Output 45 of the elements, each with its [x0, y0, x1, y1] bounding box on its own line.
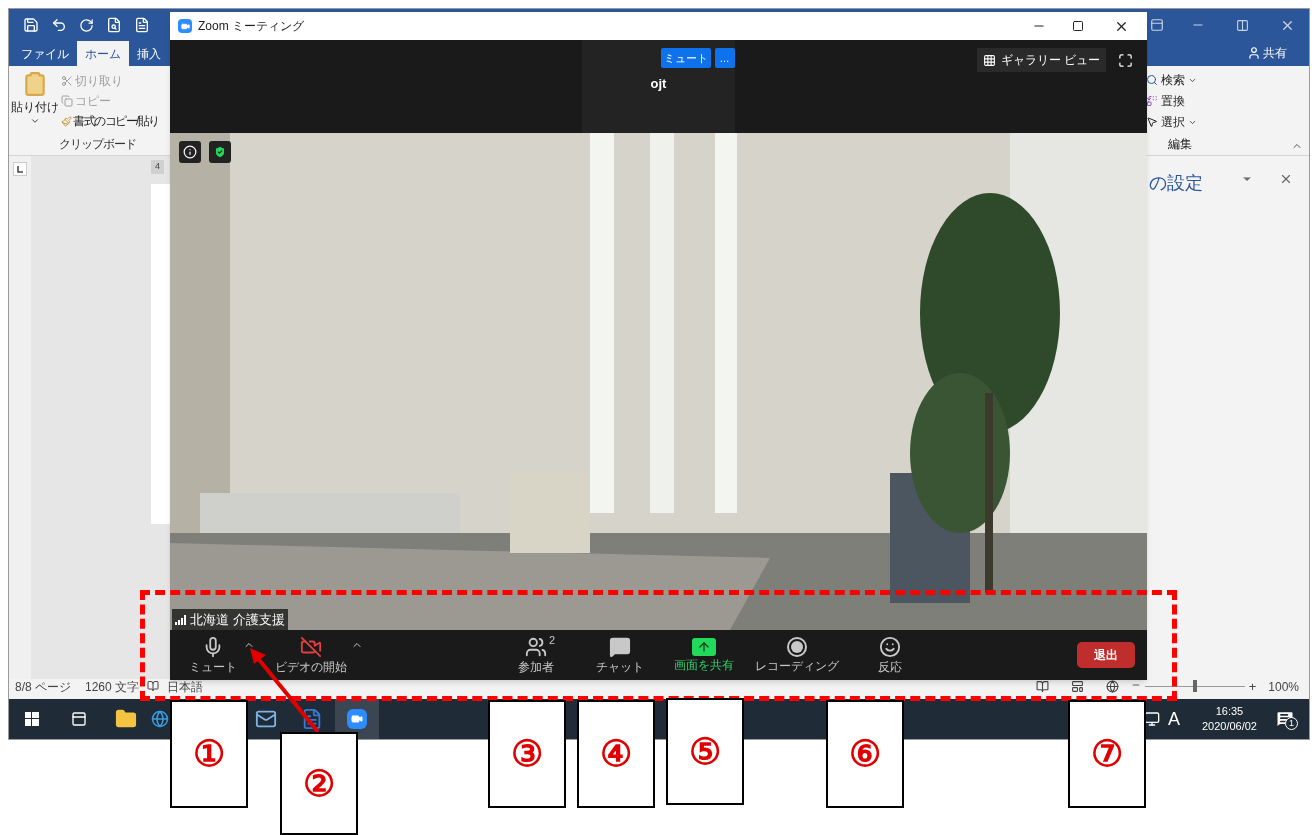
language: 日本語	[167, 680, 204, 694]
replace-button[interactable]: 置換	[1146, 92, 1221, 110]
number-callout: ⑤	[666, 698, 744, 805]
number-callout: ④	[577, 700, 655, 808]
page-count: 8/8 ページ	[15, 680, 71, 694]
tile-more-button[interactable]: …	[714, 48, 735, 68]
record-toolbar-button[interactable]: レコーディング	[753, 632, 841, 678]
participant-count: 2	[549, 632, 556, 648]
leave-button[interactable]: 退出	[1077, 642, 1135, 668]
clock[interactable]: 16:35 2020/06/02	[1201, 704, 1257, 734]
group-label: クリップボード	[59, 136, 137, 153]
notification-center-icon[interactable]: 1	[1275, 709, 1295, 729]
word-count: 1260 文字	[85, 680, 140, 694]
number-callout: ⑥	[826, 700, 904, 808]
clock-date: 2020/06/02	[1201, 719, 1257, 734]
ribbon-tab[interactable]: ファイル	[13, 41, 77, 66]
participant-label-text: 北海道 介護支援	[190, 610, 285, 629]
ribbon-tab[interactable]: ホーム	[77, 41, 129, 66]
zoom-in-button[interactable]: +	[1248, 680, 1257, 694]
chat-toolbar-button[interactable]: チャット	[585, 632, 655, 678]
tile-mute-button[interactable]: ミュート	[660, 48, 711, 68]
video-toolbar-button[interactable]: ビデオの開始	[271, 632, 351, 678]
reactions-toolbar-button[interactable]: 反応	[855, 632, 925, 678]
group-label: 編集	[1168, 136, 1193, 153]
mic-toolbar-button[interactable]: ミュート	[183, 632, 243, 678]
pane-title: の設定	[1149, 172, 1203, 195]
window-title: Zoom ミーティング	[198, 18, 304, 35]
zoom-level: 100%	[1268, 680, 1299, 694]
ribbon-tab[interactable]: 挿入	[129, 41, 169, 66]
input-mode-indicator[interactable]: A	[1167, 705, 1180, 733]
participants-toolbar-button[interactable]: 2 参加者	[501, 632, 571, 678]
format-painter-button[interactable]: 書式のコピー/貼り	[61, 112, 159, 130]
ruler-number: 4	[151, 160, 164, 174]
number-callout: ①	[170, 700, 248, 808]
select-button[interactable]: 選択	[1146, 113, 1221, 131]
share-toolbar-button[interactable]: 画面を共有	[669, 632, 739, 678]
number-callout: ②	[280, 732, 358, 835]
paste-button[interactable]: 貼り付け	[11, 70, 59, 130]
share-button[interactable]: 共有	[1247, 44, 1287, 62]
number-callout: ⑦	[1068, 700, 1146, 808]
gallery-view-button[interactable]: ギャラリー ビュー	[976, 48, 1106, 72]
number-callout: ③	[488, 700, 566, 808]
clock-time: 16:35	[1215, 704, 1244, 719]
find-button[interactable]: 検索	[1146, 71, 1221, 89]
participant-name: ojt	[650, 75, 667, 93]
